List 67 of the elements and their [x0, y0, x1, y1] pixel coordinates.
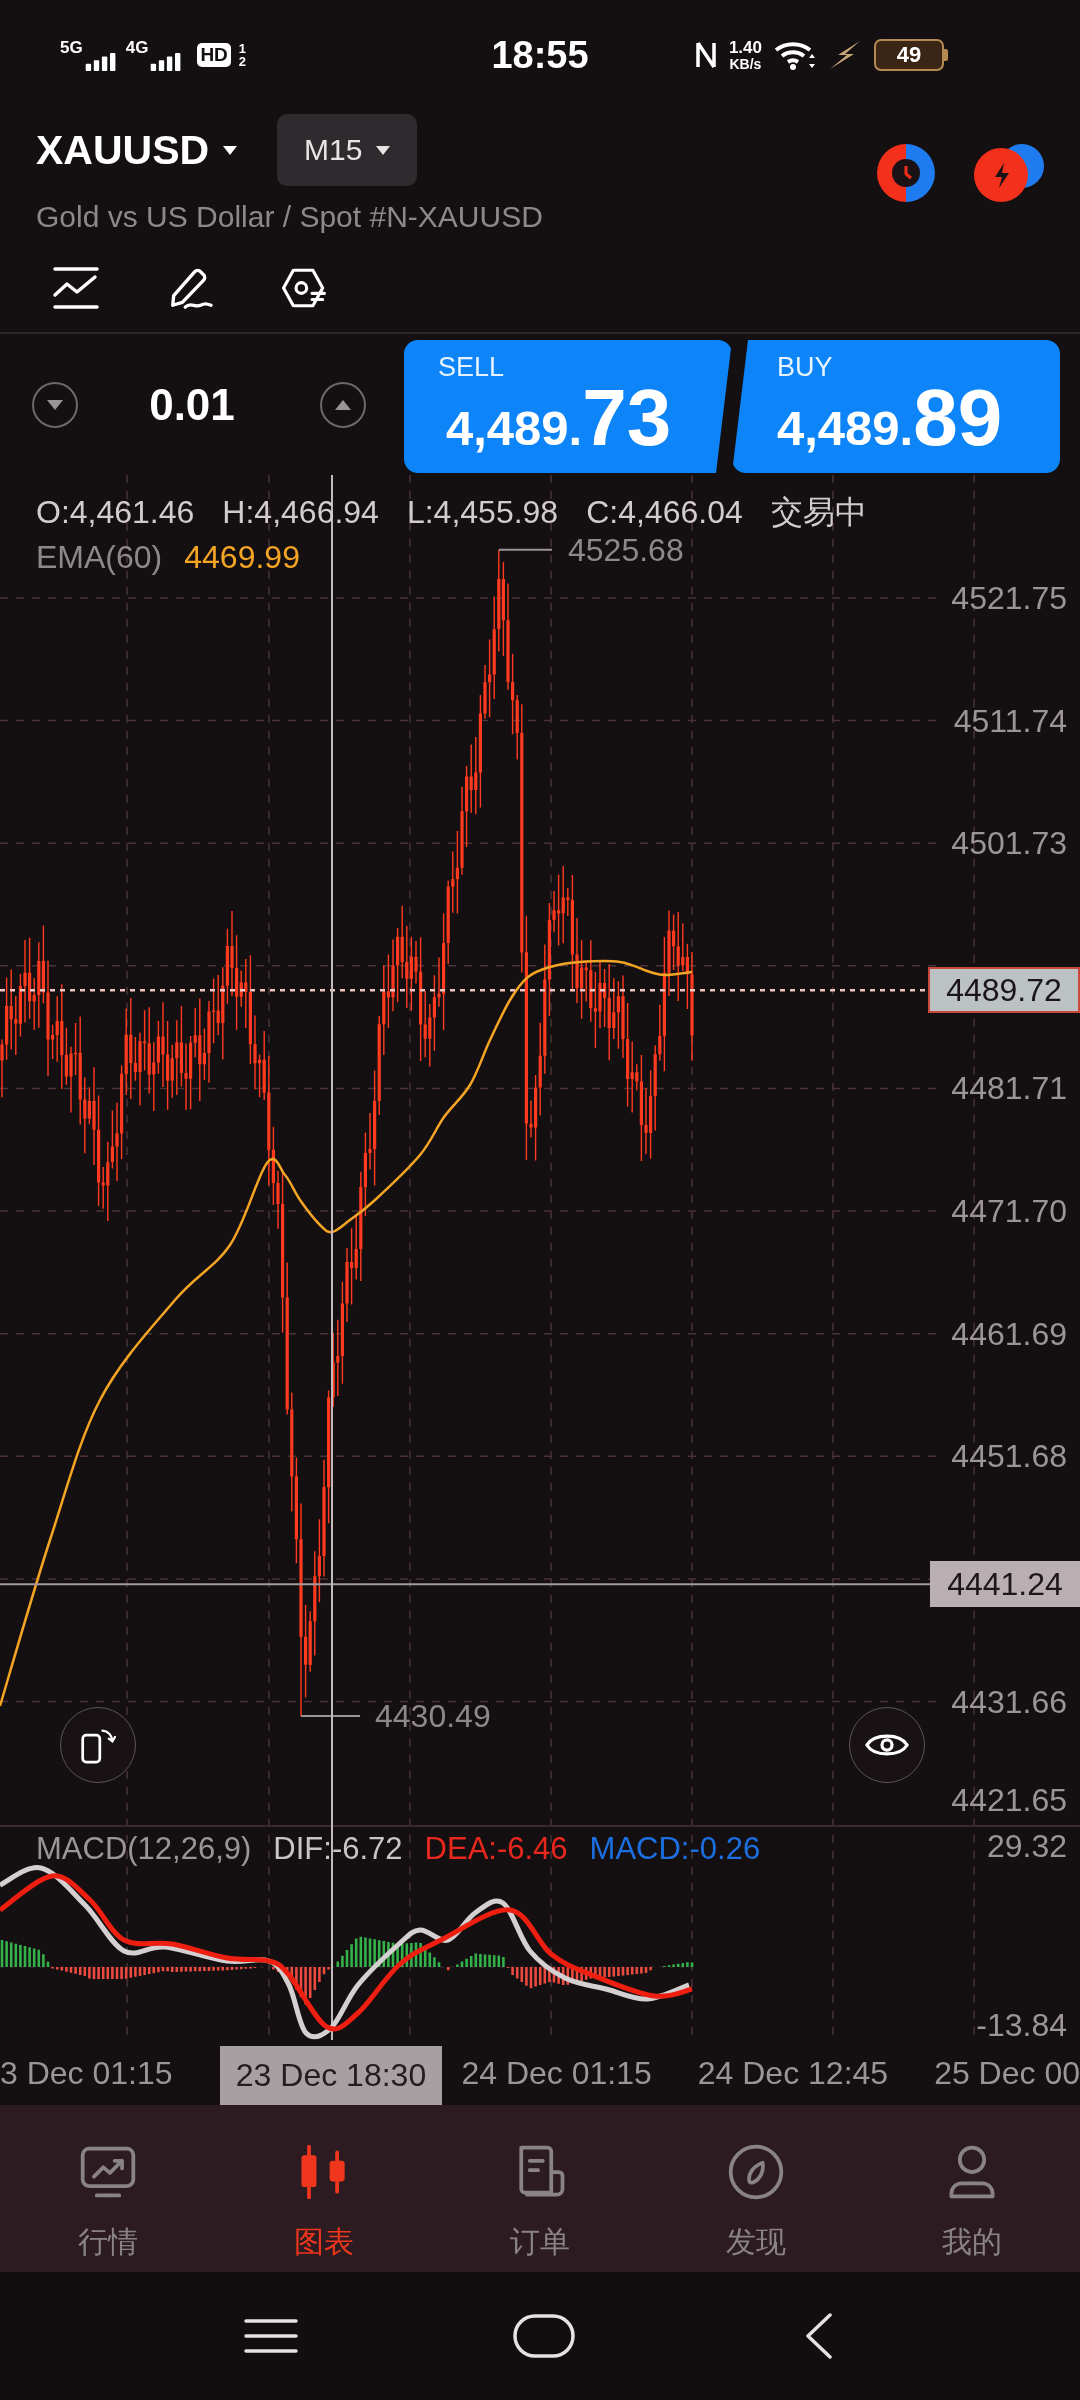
clock-toggle-icon[interactable] — [875, 142, 937, 204]
menu-icon[interactable] — [244, 2318, 298, 2354]
time-axis-label: 24 Dec 12:45 — [697, 2053, 889, 2093]
wifi-icon — [774, 40, 816, 70]
increase-lot-button[interactable] — [320, 381, 366, 428]
indicator-value: 4469.99 — [184, 538, 300, 577]
buy-button[interactable]: BUY 4,489.89 — [732, 340, 1060, 473]
ohlc-value: C:4,466.04 — [586, 493, 743, 532]
nav-tab[interactable]: 我的 — [864, 2105, 1080, 2272]
clock-time: 18:55 — [491, 33, 589, 77]
nav-tab[interactable]: 图表 — [216, 2105, 432, 2272]
caret-up-icon — [335, 399, 351, 410]
price-axis-label: 4511.74 — [953, 701, 1067, 741]
symbol-title[interactable]: XAUUSD — [36, 126, 210, 174]
caret-icon[interactable] — [223, 145, 238, 155]
back-icon[interactable] — [805, 2313, 833, 2359]
caret-down-icon — [47, 399, 63, 410]
decrease-lot-button[interactable] — [32, 381, 78, 428]
price-axis-label: 4431.66 — [951, 1682, 1067, 1722]
battery-indicator: 49 — [874, 39, 948, 71]
price-axis-label: 4471.70 — [951, 1192, 1067, 1232]
price-axis-label: 4501.73 — [951, 824, 1067, 864]
time-axis-label: 25 Dec 00 — [934, 2053, 1080, 2093]
macd-value: MACD:-0.26 — [589, 1830, 761, 1868]
sim-slot-label: 1 — [238, 42, 247, 55]
price-axis-label: 4451.68 — [951, 1437, 1067, 1477]
lot-size-value[interactable]: 0.01 — [78, 379, 306, 430]
network-speed-unit: KB/s — [729, 56, 762, 72]
price-axis-label: 4481.71 — [951, 1069, 1067, 1109]
nfc-icon — [694, 40, 717, 70]
price-axis-label: 4421.65 — [951, 1781, 1067, 1820]
hd-badge: HD — [197, 43, 231, 67]
indicators-icon[interactable] — [52, 265, 100, 311]
caret-icon — [376, 145, 391, 155]
macd-title: MACD(12,26,9) — [36, 1830, 252, 1868]
sim-slot-label: 2 — [238, 55, 247, 68]
compass-icon — [726, 2142, 786, 2202]
timeframe-button[interactable]: M15 — [277, 114, 418, 186]
current-price-tag: 4489.72 — [928, 967, 1080, 1014]
network-type-label: 4G — [125, 39, 149, 56]
crosshair-time-tag: 23 Dec 18:30 — [220, 2046, 442, 2105]
nav-tab[interactable]: 发现 — [648, 2105, 864, 2272]
low-price-label: 4430.49 — [375, 1696, 491, 1736]
indicator-label: EMA(60) — [36, 538, 163, 577]
nav-tab[interactable]: 行情 — [0, 2105, 216, 2272]
macd-axis-label: -13.84 — [976, 2006, 1067, 2045]
crosshair-price-tag: 4441.24 — [930, 1561, 1080, 1608]
ohlc-value: L:4,455.98 — [406, 493, 559, 532]
sell-button[interactable]: SELL 4,489.73 — [404, 340, 732, 473]
low-price-leader — [300, 1714, 361, 1717]
network-speed-value: 1.40 — [728, 38, 762, 57]
market-status-label: 交易中 — [770, 493, 867, 532]
time-axis-label: 24 Dec 01:15 — [461, 2053, 652, 2093]
high-price-leader — [497, 548, 553, 551]
nav-tab[interactable]: 订单 — [432, 2105, 648, 2272]
dea-value: DEA:-6.46 — [424, 1830, 568, 1868]
price-axis-label: 4461.69 — [951, 1314, 1067, 1354]
symbol-description: Gold vs US Dollar / Spot #N-XAUUSD — [35, 199, 544, 235]
ohlc-value: O:4,461.46 — [36, 493, 195, 532]
flash-trade-icon[interactable] — [971, 142, 1045, 204]
price-axis-label: 4521.75 — [951, 579, 1067, 618]
network-type-label: 5G — [60, 39, 83, 56]
home-icon[interactable] — [513, 2314, 575, 2358]
macd-axis-label: 29.32 — [986, 1827, 1067, 1866]
signal-icon — [83, 53, 118, 71]
time-axis-label: 3 Dec 01:15 — [0, 2053, 173, 2093]
high-price-label: 4525.68 — [568, 530, 684, 570]
